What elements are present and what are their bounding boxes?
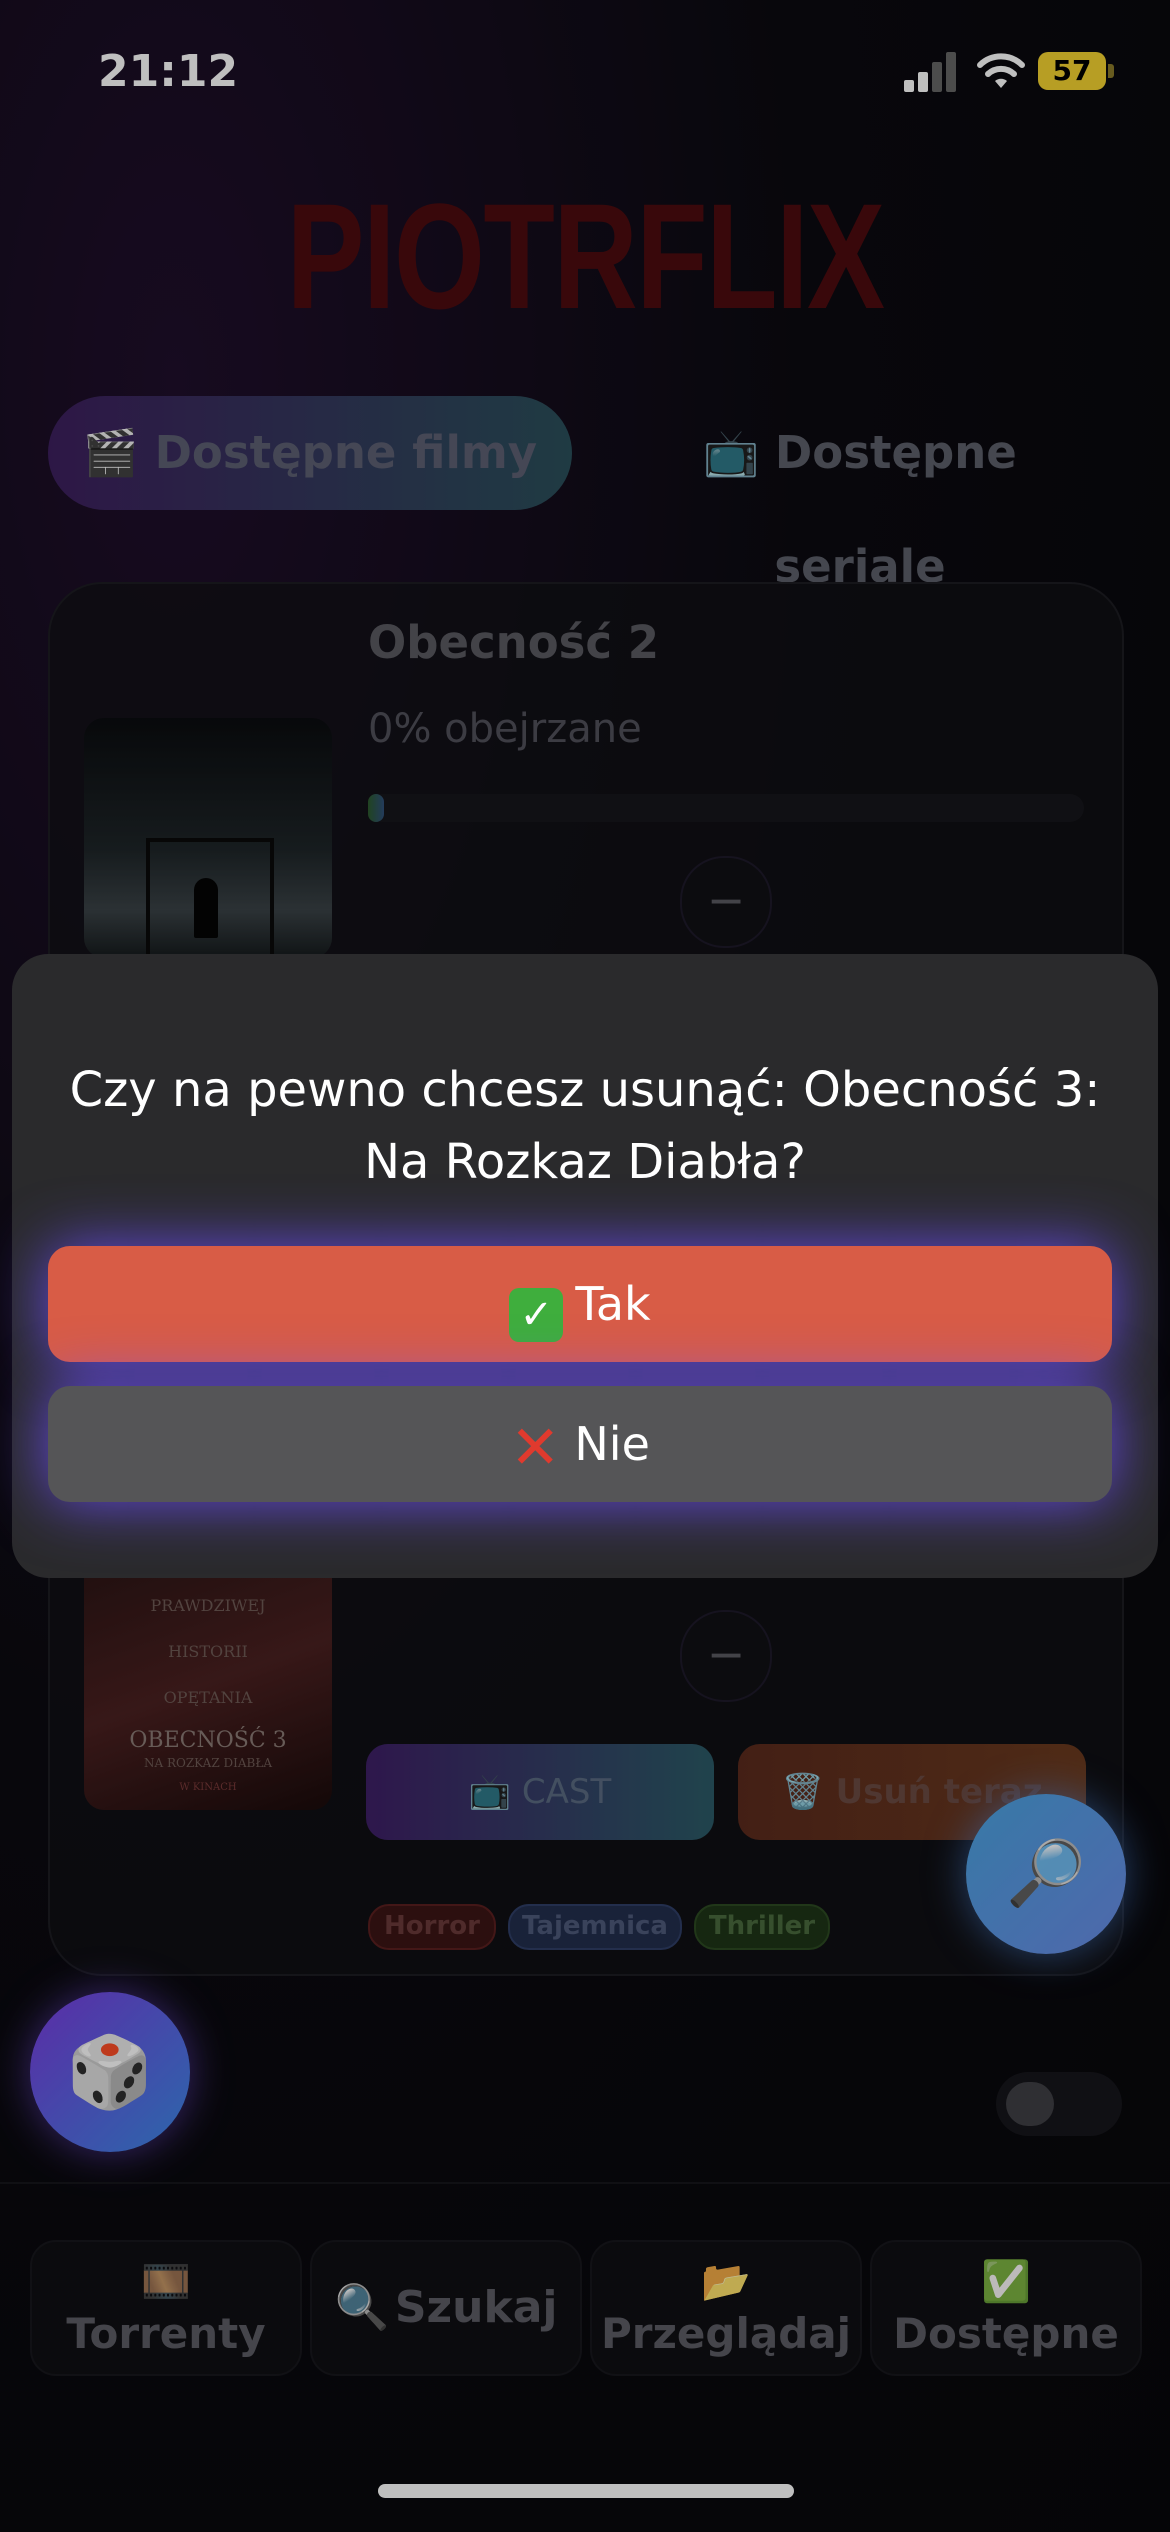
cross-mark-icon: ✕	[510, 1413, 561, 1483]
confirm-yes-button[interactable]: ✓ Tak	[48, 1246, 1112, 1362]
yes-label: Tak	[575, 1277, 651, 1331]
confirm-no-button[interactable]: ✕ Nie	[48, 1386, 1112, 1502]
dialog-message: Czy na pewno chcesz usunąć: Obecność 3: …	[69, 1062, 1101, 1190]
check-mark-icon: ✓	[509, 1288, 564, 1342]
no-label: Nie	[574, 1417, 650, 1471]
